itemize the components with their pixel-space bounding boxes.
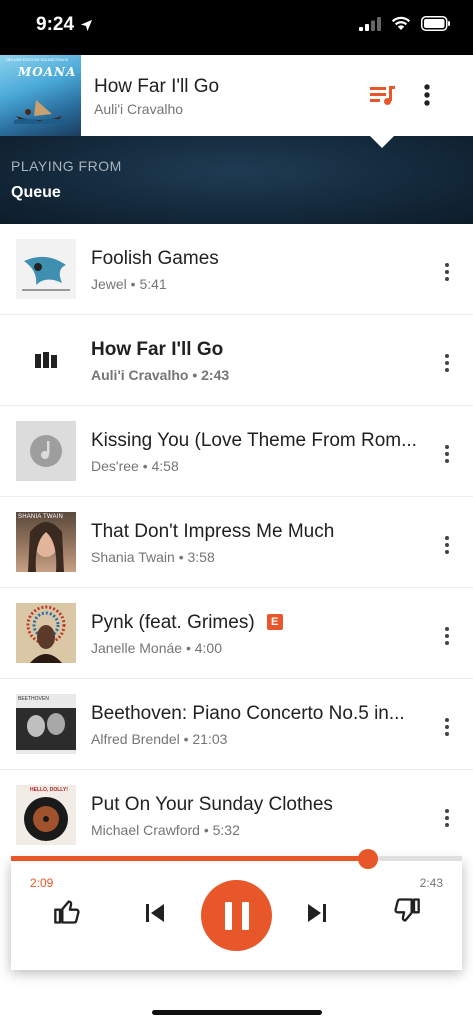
album-art-subtext: DELUXE EDITION SOUNDTRACK (6, 57, 69, 62)
pause-button[interactable] (201, 880, 272, 951)
location-arrow-icon (80, 19, 93, 31)
clock-text: 9:24 (36, 14, 75, 35)
thumbs-up-icon[interactable] (53, 898, 81, 926)
cellular-signal-icon (359, 16, 381, 31)
track-subtitle: Auli'i Cravalho • 2:43 (91, 367, 230, 383)
portrait-illustration (28, 522, 64, 572)
queue-pointer-notch (369, 135, 395, 148)
thumbs-down-icon[interactable] (393, 896, 421, 924)
playing-from-source: Queue (11, 184, 61, 201)
queue-item[interactable]: SHANIA TWAIN That Don't Impress Me Much … (0, 497, 473, 588)
track-subtitle: Des'ree • 4:58 (91, 458, 179, 474)
track-title: That Don't Impress Me Much (91, 521, 335, 542)
more-vert-icon[interactable] (441, 626, 453, 646)
album-art-title: MOANA (18, 65, 77, 79)
album-art-hello-dolly: HELLO, DOLLY! (16, 785, 76, 845)
more-vert-icon[interactable] (441, 353, 453, 373)
status-bar: 9:24 (0, 0, 473, 55)
queue-item[interactable]: BEETHOVEN Beethoven: Piano Concerto No.5… (0, 679, 473, 770)
playing-from-label: PLAYING FROM (11, 158, 122, 174)
skip-previous-icon[interactable] (143, 901, 167, 925)
more-vert-icon[interactable] (441, 444, 453, 464)
portrait-illustration (26, 605, 66, 663)
queue-item[interactable]: Foolish Games Jewel • 5:41 (0, 224, 473, 315)
track-title: Foolish Games (91, 248, 219, 269)
more-vert-icon[interactable] (441, 717, 453, 737)
portrait-illustration (16, 708, 76, 754)
playing-from-banner: PLAYING FROM Queue (0, 135, 473, 224)
track-subtitle: Shania Twain • 3:58 (91, 549, 215, 565)
more-vert-icon[interactable] (441, 808, 453, 828)
now-playing-album-art[interactable]: DELUXE EDITION SOUNDTRACK MOANA (0, 55, 81, 136)
queue-item[interactable]: Kissing You (Love Theme From Rom... Des'… (0, 406, 473, 497)
more-vert-icon[interactable] (441, 535, 453, 555)
status-indicators (359, 16, 451, 31)
track-title: Pynk (feat. Grimes) E (91, 612, 283, 634)
battery-icon (421, 16, 450, 31)
queue-item-now-playing[interactable]: How Far I'll Go Auli'i Cravalho • 2:43 (0, 315, 473, 406)
more-vert-icon[interactable] (420, 81, 434, 109)
track-title: How Far I'll Go (91, 339, 224, 360)
now-playing-header[interactable]: DELUXE EDITION SOUNDTRACK MOANA How Far … (0, 55, 473, 136)
queue-music-icon[interactable] (368, 82, 396, 110)
skip-next-icon[interactable] (305, 901, 329, 925)
elapsed-time: 2:09 (30, 876, 54, 890)
music-note-placeholder-icon (16, 421, 76, 481)
album-art-janelle (16, 603, 76, 663)
album-art-beethoven: BEETHOVEN (16, 694, 76, 754)
pause-icon (224, 901, 249, 930)
wifi-icon (391, 16, 411, 30)
status-time: 9:24 (36, 14, 93, 36)
track-subtitle: Alfred Brendel • 21:03 (91, 731, 228, 747)
bird-illustration (16, 239, 76, 299)
explicit-badge: E (266, 614, 283, 630)
track-title-text: Pynk (feat. Grimes) (91, 612, 255, 633)
album-art-jewel (16, 239, 76, 299)
boat-illustration (14, 100, 64, 124)
record-illustration (24, 797, 68, 841)
total-time: 2:43 (419, 876, 443, 890)
queue-item[interactable]: HELLO, DOLLY! Put On Your Sunday Clothes… (0, 770, 473, 861)
seek-bar[interactable] (11, 849, 462, 869)
track-subtitle: Jewel • 5:41 (91, 276, 167, 292)
track-title: Kissing You (Love Theme From Rom... (91, 430, 417, 451)
seek-bar-progress (11, 856, 368, 861)
track-title: Beethoven: Piano Concerto No.5 in... (91, 703, 405, 724)
track-subtitle: Michael Crawford • 5:32 (91, 822, 240, 838)
now-playing-title: How Far I'll Go (94, 76, 220, 97)
equalizer-icon (16, 330, 76, 390)
track-title: Put On Your Sunday Clothes (91, 794, 333, 815)
home-indicator (152, 1010, 322, 1015)
queue-item[interactable]: Pynk (feat. Grimes) E Janelle Monáe • 4:0… (0, 588, 473, 679)
player-controls: 2:09 2:43 (11, 860, 462, 970)
more-vert-icon[interactable] (441, 262, 453, 282)
album-art-shania: SHANIA TWAIN (16, 512, 76, 572)
now-playing-artist: Auli'i Cravalho (94, 101, 184, 117)
seek-bar-thumb[interactable] (357, 849, 378, 869)
track-subtitle: Janelle Monáe • 4:00 (91, 640, 222, 656)
queue-list: Foolish Games Jewel • 5:41 How Far I'll … (0, 224, 473, 861)
